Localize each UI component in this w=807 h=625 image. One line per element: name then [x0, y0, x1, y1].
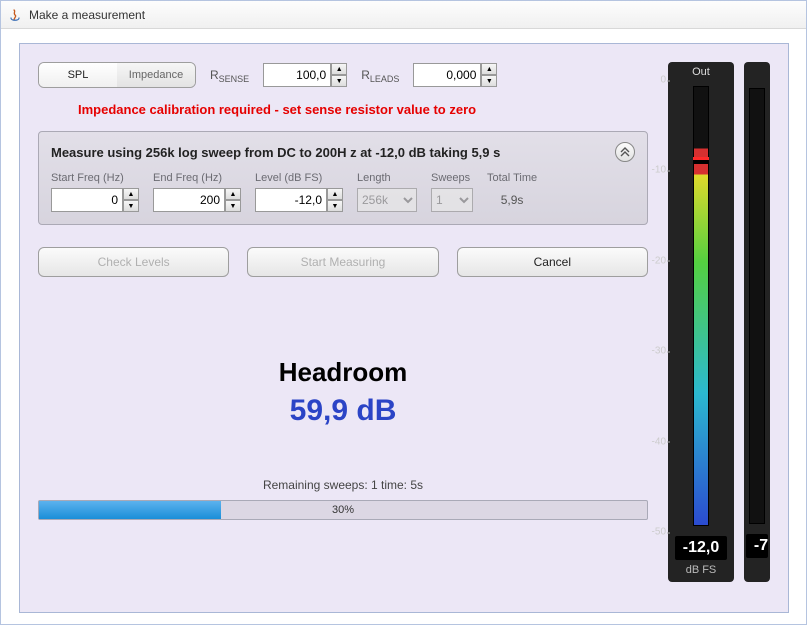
impedance-tab[interactable]: Impedance: [117, 63, 195, 87]
top-controls-row: SPL Impedance RSENSE ▲ ▼ RLEADS: [38, 62, 648, 88]
progress-bar: 30%: [38, 500, 648, 520]
right-panel: Out 0-10-20-30-40-50 -12,0 dB FS -7: [648, 62, 770, 594]
rleads-down[interactable]: ▼: [481, 75, 497, 87]
total-time-label: Total Time: [487, 172, 537, 184]
input-meter: -7: [744, 62, 770, 582]
rleads-input[interactable]: [413, 63, 481, 87]
window-titlebar: Make a measurement: [1, 1, 806, 29]
sweeps-select[interactable]: 1: [431, 188, 473, 212]
left-panel: SPL Impedance RSENSE ▲ ▼ RLEADS: [38, 62, 648, 594]
output-meter-readout: -12,0: [675, 536, 727, 560]
java-icon: [7, 7, 23, 23]
output-meter-scale: 0-10-20-30-40-50: [668, 80, 734, 532]
end-freq-label: End Freq (Hz): [153, 172, 241, 184]
rsense-label: RSENSE: [210, 68, 249, 82]
headroom-title: Headroom: [38, 357, 648, 388]
level-down[interactable]: ▼: [327, 200, 343, 212]
start-freq-down[interactable]: ▼: [123, 200, 139, 212]
sweeps-label: Sweeps: [431, 172, 473, 184]
start-freq-input[interactable]: [51, 188, 123, 212]
dialog-window: Make a measurement SPL Impedance RSENSE …: [0, 0, 807, 625]
input-meter-readout: -7: [746, 534, 768, 558]
rleads-label: RLEADS: [361, 68, 399, 82]
output-meter-title: Out: [692, 66, 710, 78]
meter-bar: [693, 86, 709, 526]
output-meter: Out 0-10-20-30-40-50 -12,0 dB FS: [668, 62, 734, 582]
rleads-up[interactable]: ▲: [481, 63, 497, 75]
status-line: Remaining sweeps: 1 time: 5s: [38, 478, 648, 492]
headroom-value: 59,9 dB: [38, 394, 648, 428]
start-freq-up[interactable]: ▲: [123, 188, 139, 200]
rsense-input[interactable]: [263, 63, 331, 87]
start-freq-label: Start Freq (Hz): [51, 172, 139, 184]
measure-summary-text: Measure using 256k log sweep from DC to …: [51, 145, 500, 160]
total-time-value: 5,9s: [487, 188, 537, 212]
action-buttons-row: Check Levels Start Measuring Cancel: [38, 247, 648, 277]
length-select[interactable]: 256k: [357, 188, 417, 212]
cancel-button[interactable]: Cancel: [457, 247, 648, 277]
input-meter-bar: [749, 88, 765, 524]
length-label: Length: [357, 172, 417, 184]
start-measuring-button[interactable]: Start Measuring: [247, 247, 438, 277]
level-spinner[interactable]: ▲▼: [255, 188, 343, 212]
measure-summary-row: Measure using 256k log sweep from DC to …: [51, 142, 635, 162]
start-freq-spinner[interactable]: ▲▼: [51, 188, 139, 212]
end-freq-down[interactable]: ▼: [225, 200, 241, 212]
rsense-up[interactable]: ▲: [331, 63, 347, 75]
headroom-block: Headroom 59,9 dB: [38, 357, 648, 428]
measure-settings-panel: Measure using 256k log sweep from DC to …: [38, 131, 648, 225]
measure-fields-row: Start Freq (Hz) ▲▼ End Freq (Hz) ▲▼: [51, 172, 635, 212]
progress-label: 30%: [39, 501, 647, 519]
chevron-double-up-icon: [620, 147, 630, 157]
meter-ticks: 0-10-20-30-40-50: [646, 80, 666, 532]
output-meter-unit: dB FS: [686, 564, 717, 576]
end-freq-input[interactable]: [153, 188, 225, 212]
measurement-type-segmented[interactable]: SPL Impedance: [38, 62, 196, 88]
calibration-warning: Impedance calibration required - set sen…: [78, 102, 648, 117]
end-freq-spinner[interactable]: ▲▼: [153, 188, 241, 212]
check-levels-button[interactable]: Check Levels: [38, 247, 229, 277]
collapse-button[interactable]: [615, 142, 635, 162]
window-title: Make a measurement: [29, 8, 145, 22]
level-up[interactable]: ▲: [327, 188, 343, 200]
content-frame: SPL Impedance RSENSE ▲ ▼ RLEADS: [19, 43, 789, 613]
level-input[interactable]: [255, 188, 327, 212]
rsense-down[interactable]: ▼: [331, 75, 347, 87]
rleads-spinner[interactable]: ▲ ▼: [413, 63, 497, 87]
rsense-spinner[interactable]: ▲ ▼: [263, 63, 347, 87]
spl-tab[interactable]: SPL: [39, 63, 117, 87]
end-freq-up[interactable]: ▲: [225, 188, 241, 200]
level-label: Level (dB FS): [255, 172, 343, 184]
